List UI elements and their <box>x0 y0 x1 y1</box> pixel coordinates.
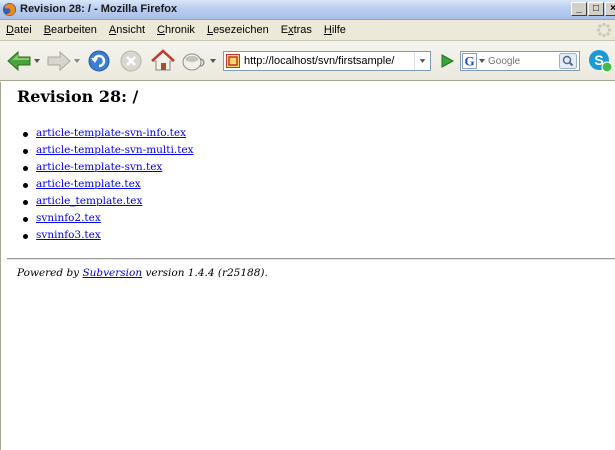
footer-suffix: version 1.4.4 (r25188). <box>142 267 268 279</box>
search-bar[interactable]: G <box>460 51 580 71</box>
file-link[interactable]: svninfo3.tex <box>36 229 101 241</box>
maximize-button[interactable]: □ <box>588 2 604 16</box>
search-input[interactable] <box>488 53 556 69</box>
file-list: article-template-svn-info.tex article-te… <box>23 126 194 245</box>
forward-dropdown-icon[interactable] <box>74 59 80 63</box>
list-item: article-template-svn-multi.tex <box>23 143 194 160</box>
menu-datei[interactable]: Datei <box>0 24 38 36</box>
stop-icon[interactable] <box>118 49 144 73</box>
home-icon[interactable] <box>150 49 176 73</box>
go-icon[interactable] <box>439 52 455 70</box>
navigation-toolbar: http://localhost/svn/firstsample/ G S <box>0 41 615 81</box>
search-icon[interactable] <box>559 53 577 69</box>
back-dropdown-icon[interactable] <box>34 59 40 63</box>
menu-ansicht[interactable]: Ansicht <box>103 24 151 36</box>
bullet <box>23 200 28 205</box>
firefox-icon <box>2 2 17 17</box>
url-text[interactable]: http://localhost/svn/firstsample/ <box>244 55 394 67</box>
site-favicon-icon <box>226 54 240 68</box>
close-button[interactable]: × <box>605 2 615 16</box>
footer: Powered by Subversion version 1.4.4 (r25… <box>17 267 268 279</box>
back-icon[interactable] <box>6 49 32 73</box>
url-bar[interactable]: http://localhost/svn/firstsample/ <box>223 51 431 71</box>
skype-icon[interactable]: S <box>588 48 614 74</box>
file-link[interactable]: article-template-svn-info.tex <box>36 127 186 139</box>
bullet <box>23 234 28 239</box>
menu-bearbeiten[interactable]: Bearbeiten <box>38 24 103 36</box>
list-item: article-template-svn.tex <box>23 160 194 177</box>
file-link[interactable]: article_template.tex <box>36 195 142 207</box>
list-item: svninfo3.tex <box>23 228 194 245</box>
list-item: article_template.tex <box>23 194 194 211</box>
reload-icon[interactable] <box>86 49 112 73</box>
file-link[interactable]: article-template-svn-multi.tex <box>36 144 194 156</box>
bullet <box>23 132 28 137</box>
bullet <box>23 183 28 188</box>
url-dropdown-icon[interactable] <box>414 52 430 70</box>
footer-prefix: Powered by <box>17 267 83 279</box>
menu-bar: Datei Bearbeiten Ansicht Chronik Lesezei… <box>0 20 615 41</box>
page-content: Revision 28: / article-template-svn-info… <box>0 82 615 450</box>
bullet <box>23 217 28 222</box>
title-bar[interactable]: Revision 28: / - Mozilla Firefox _ □ × <box>0 0 615 20</box>
bullet <box>23 166 28 171</box>
menu-extras[interactable]: Extras <box>275 24 318 36</box>
menu-chronik[interactable]: Chronik <box>151 24 201 36</box>
list-item: svninfo2.tex <box>23 211 194 228</box>
google-engine-icon[interactable]: G <box>462 53 486 69</box>
forward-icon[interactable] <box>46 49 72 73</box>
subversion-link[interactable]: Subversion <box>82 267 142 279</box>
file-link[interactable]: article-template-svn.tex <box>36 161 162 173</box>
file-link[interactable]: svninfo2.tex <box>36 212 101 224</box>
menu-hilfe[interactable]: Hilfe <box>318 24 352 36</box>
window-controls: _ □ × <box>571 2 615 16</box>
window-title: Revision 28: / - Mozilla Firefox <box>20 3 178 15</box>
list-item: article-template.tex <box>23 177 194 194</box>
page-title: Revision 28: / <box>17 87 139 106</box>
bullet <box>23 149 28 154</box>
minimize-button[interactable]: _ <box>571 2 587 16</box>
bookmark-cup-icon[interactable] <box>180 49 206 73</box>
svg-text:G: G <box>464 54 474 69</box>
bookmark-dropdown-icon[interactable] <box>210 59 216 63</box>
menu-items: Datei Bearbeiten Ansicht Chronik Lesezei… <box>0 24 352 36</box>
file-link[interactable]: article-template.tex <box>36 178 141 190</box>
throbber-icon <box>596 22 612 38</box>
list-item: article-template-svn-info.tex <box>23 126 194 143</box>
horizontal-rule <box>7 258 615 260</box>
menu-lesezeichen[interactable]: Lesezeichen <box>201 24 275 36</box>
